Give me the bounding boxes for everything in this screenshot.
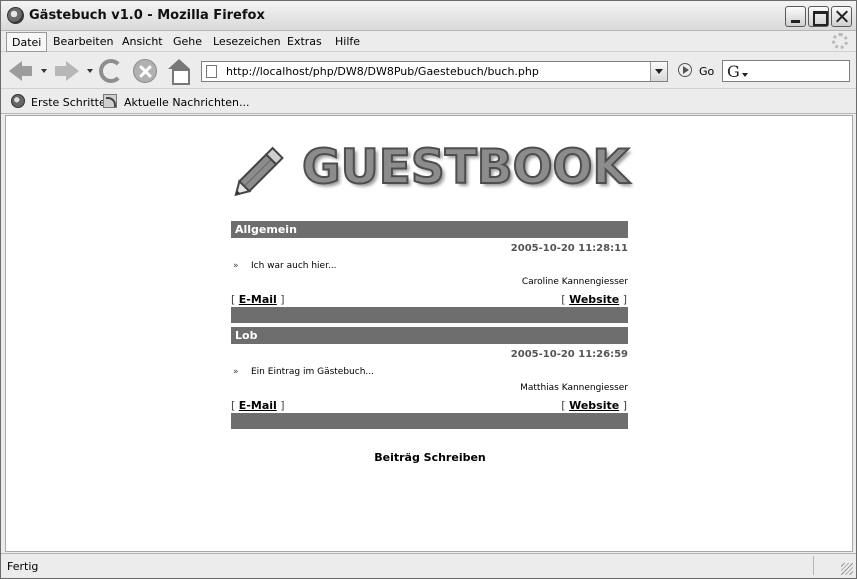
back-history-dropdown[interactable] <box>41 69 47 73</box>
email-link[interactable]: E-Mail <box>239 399 277 412</box>
status-panel <box>813 556 835 575</box>
bracket-close: ] <box>280 399 285 412</box>
go-icon[interactable] <box>678 63 692 77</box>
search-box[interactable]: G <box>722 60 850 82</box>
page-icon <box>206 65 217 78</box>
bracket-close: ] <box>622 293 627 306</box>
guestbook-entries: Allgemein 2005-10-20 11:28:11 » Ich war a… <box>231 221 628 429</box>
website-link-group: [ Website ] <box>561 399 627 412</box>
close-button[interactable] <box>831 6 852 27</box>
page-content: GUESTBOOK Allgemein 2005-10-20 11:28:11 … <box>5 115 853 552</box>
stop-icon[interactable] <box>133 59 157 83</box>
entry-links: [ E-Mail ] [ Website ] <box>231 290 628 307</box>
maximize-button[interactable] <box>808 6 829 27</box>
entry-footer-bar <box>231 413 628 429</box>
forward-history-dropdown[interactable] <box>87 69 93 73</box>
entry-footer-bar <box>231 307 628 323</box>
logo-text: GUESTBOOK <box>301 139 630 196</box>
menu-bar: Datei Bearbeiten Ansicht Gehe Lesezeiche… <box>1 32 856 52</box>
rss-feed-icon <box>103 94 117 108</box>
go-button-label[interactable]: Go <box>699 65 714 78</box>
minimize-button[interactable] <box>785 6 806 27</box>
entry-message: Ein Eintrag im Gästebuch... <box>251 367 374 377</box>
bracket-open: [ <box>561 399 566 412</box>
forward-arrow-icon[interactable] <box>55 59 79 83</box>
menu-hilfe[interactable]: Hilfe <box>335 35 360 48</box>
menu-extras[interactable]: Extras <box>287 35 322 48</box>
bracket-open: [ <box>561 293 566 306</box>
bookmark-aktuelle-nachrichten[interactable]: Aktuelle Nachrichten... <box>124 96 249 109</box>
entry-message-row: » Ich war auch hier... <box>231 256 628 273</box>
home-icon[interactable] <box>167 59 191 85</box>
bullet-marker: » <box>233 261 239 271</box>
entry-author: Matthias Kannengiesser <box>520 383 628 393</box>
write-entry-link[interactable]: Beiträg Schreiben <box>6 451 854 464</box>
menu-gehe[interactable]: Gehe <box>173 35 202 48</box>
guestbook-entry: Allgemein 2005-10-20 11:28:11 » Ich war a… <box>231 221 628 323</box>
title-bar: Gästebuch v1.0 - Mozilla Firefox <box>1 1 856 31</box>
back-arrow-icon[interactable] <box>9 59 33 83</box>
status-bar: Fertig <box>1 553 856 578</box>
navigation-toolbar: http://localhost/php/DW8/DW8Pub/Gaestebu… <box>1 53 856 89</box>
guestbook-logo: GUESTBOOK <box>232 139 632 200</box>
bracket-close: ] <box>280 293 285 306</box>
website-link[interactable]: Website <box>569 399 619 412</box>
entry-message: Ich war auch hier... <box>251 261 337 271</box>
bookmarks-toolbar: Erste Schritte Aktuelle Nachrichten... <box>1 90 856 114</box>
resize-grip-icon[interactable] <box>841 563 853 575</box>
firefox-logo-icon[interactable] <box>7 7 24 24</box>
url-bar[interactable]: http://localhost/php/DW8/DW8Pub/Gaestebu… <box>201 61 668 82</box>
entry-author: Caroline Kannengiesser <box>521 277 628 287</box>
entry-date: 2005-10-20 11:26:59 <box>510 349 628 360</box>
website-link-group: [ Website ] <box>561 293 627 306</box>
entry-subject: Allgemein <box>231 221 628 238</box>
email-link-group: [ E-Mail ] <box>231 293 285 306</box>
bookmark-erste-schritte[interactable]: Erste Schritte <box>31 96 106 109</box>
menu-ansicht[interactable]: Ansicht <box>122 35 163 48</box>
browser-window: Gästebuch v1.0 - Mozilla Firefox Datei B… <box>0 0 857 579</box>
bracket-open: [ <box>231 293 236 306</box>
google-icon[interactable]: G <box>727 62 748 81</box>
email-link-group: [ E-Mail ] <box>231 399 285 412</box>
email-link[interactable]: E-Mail <box>239 293 277 306</box>
status-text: Fertig <box>7 560 39 573</box>
bracket-open: [ <box>231 399 236 412</box>
firefox-bookmark-icon <box>11 94 25 108</box>
guestbook-entry: Lob 2005-10-20 11:26:59 » Ein Eintrag im … <box>231 327 628 429</box>
pencil-icon <box>234 146 284 197</box>
website-link[interactable]: Website <box>569 293 619 306</box>
bullet-marker: » <box>233 367 239 377</box>
entry-message-row: » Ein Eintrag im Gästebuch... <box>231 362 628 379</box>
window-title: Gästebuch v1.0 - Mozilla Firefox <box>29 8 265 23</box>
menu-datei[interactable]: Datei <box>6 32 48 52</box>
reload-icon[interactable] <box>99 59 123 83</box>
menu-lesezeichen[interactable]: Lesezeichen <box>213 35 281 48</box>
entry-subject: Lob <box>231 327 628 344</box>
entry-date: 2005-10-20 11:28:11 <box>510 243 628 254</box>
url-history-dropdown[interactable] <box>650 62 667 81</box>
menu-bearbeiten[interactable]: Bearbeiten <box>53 35 113 48</box>
bracket-close: ] <box>622 399 627 412</box>
entry-links: [ E-Mail ] [ Website ] <box>231 396 628 413</box>
url-text[interactable]: http://localhost/php/DW8/DW8Pub/Gaestebu… <box>226 65 539 78</box>
throbber-icon <box>832 33 848 49</box>
